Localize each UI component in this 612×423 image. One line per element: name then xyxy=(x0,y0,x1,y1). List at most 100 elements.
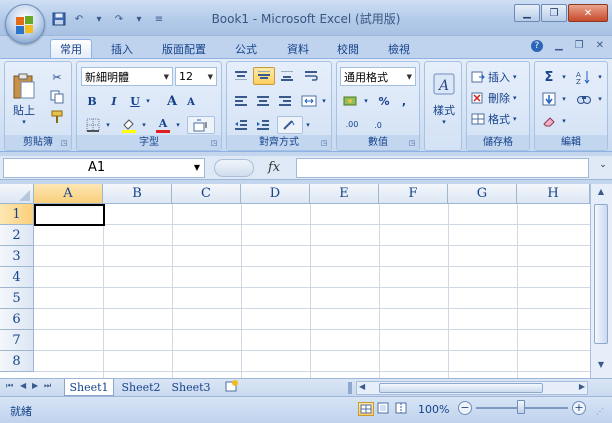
sort-filter-icon[interactable]: AZ xyxy=(573,68,595,86)
orientation-icon[interactable] xyxy=(277,116,303,134)
help-icon[interactable]: ? xyxy=(530,40,543,52)
italic-button[interactable]: I xyxy=(105,92,123,110)
tab-data[interactable]: 資料 xyxy=(278,39,318,58)
minimize-workbook-icon[interactable]: ▁ xyxy=(555,40,563,52)
zoom-slider-thumb[interactable] xyxy=(517,400,525,414)
tab-formulas[interactable]: 公式 xyxy=(226,39,266,58)
zoom-in-icon[interactable]: + xyxy=(572,401,586,415)
column-header-e[interactable]: E xyxy=(310,184,379,204)
row-header-3[interactable]: 3 xyxy=(0,246,34,267)
column-header-h[interactable]: H xyxy=(517,184,590,204)
alignment-launcher-icon[interactable]: ◳ xyxy=(319,138,329,148)
increase-indent-icon[interactable] xyxy=(253,116,273,134)
tab-split-handle[interactable] xyxy=(348,382,352,394)
last-sheet-icon[interactable]: ⏭ xyxy=(44,381,51,391)
accounting-dropdown-icon[interactable]: ▾ xyxy=(361,92,371,110)
styles-button[interactable]: A 樣式 ▾ xyxy=(429,68,459,130)
normal-view-icon[interactable] xyxy=(358,402,374,416)
expand-formula-bar-icon[interactable]: ⌄ xyxy=(596,160,610,176)
underline-button[interactable]: U xyxy=(127,92,143,110)
format-cells-button[interactable]: 格式 ▾ xyxy=(471,110,529,128)
number-launcher-icon[interactable]: ◳ xyxy=(407,138,417,148)
orientation-dropdown-icon[interactable]: ▾ xyxy=(303,116,313,134)
close-workbook-icon[interactable]: ✕ xyxy=(596,40,604,52)
increase-decimal-button[interactable]: .00 xyxy=(341,116,363,134)
align-top-icon[interactable] xyxy=(231,67,251,85)
tab-view[interactable]: 檢視 xyxy=(378,39,420,58)
align-left-icon[interactable] xyxy=(231,92,251,110)
scroll-up-icon[interactable]: ▲ xyxy=(594,187,608,201)
font-size-select[interactable]: 12 ▼ xyxy=(175,67,217,86)
page-layout-view-icon[interactable] xyxy=(376,402,392,416)
font-launcher-icon[interactable]: ◳ xyxy=(209,138,219,148)
resize-grip-icon[interactable]: ⋰ xyxy=(596,407,606,417)
insert-cells-button[interactable]: 插入 ▾ xyxy=(471,68,529,86)
shrink-font-button[interactable]: A xyxy=(183,94,199,110)
merge-center-icon[interactable] xyxy=(299,92,319,110)
fill-icon[interactable] xyxy=(539,90,559,108)
accounting-format-icon[interactable] xyxy=(341,92,361,110)
format-painter-icon[interactable] xyxy=(47,108,67,126)
zoom-out-icon[interactable]: − xyxy=(458,401,472,415)
column-header-c[interactable]: C xyxy=(172,184,241,204)
vertical-scrollbar[interactable]: ▲ ▼ xyxy=(590,184,612,378)
fill-dropdown-icon[interactable]: ▾ xyxy=(559,90,569,108)
merge-dropdown-icon[interactable]: ▾ xyxy=(319,92,329,110)
name-box-dropdown-icon[interactable]: ▼ xyxy=(194,159,200,177)
align-center-icon[interactable] xyxy=(253,92,273,110)
tab-home[interactable]: 常用 xyxy=(50,39,92,58)
prev-sheet-icon[interactable]: ◀ xyxy=(20,381,26,390)
font-color-dropdown-icon[interactable]: ▾ xyxy=(173,116,183,134)
phonetic-guide-icon[interactable] xyxy=(187,116,215,134)
comma-button[interactable]: , xyxy=(395,92,413,110)
align-middle-icon[interactable] xyxy=(253,67,275,85)
column-header-b[interactable]: B xyxy=(103,184,172,204)
fill-color-icon[interactable] xyxy=(119,116,139,134)
number-format-select[interactable]: 通用格式 ▼ xyxy=(340,67,416,86)
row-header-4[interactable]: 4 xyxy=(0,267,34,288)
clear-dropdown-icon[interactable]: ▾ xyxy=(559,112,569,130)
wrap-text-icon[interactable] xyxy=(301,67,321,85)
column-header-a[interactable]: A xyxy=(34,184,103,204)
find-select-dropdown-icon[interactable]: ▾ xyxy=(595,90,605,108)
scroll-right-icon[interactable]: ▶ xyxy=(579,382,585,391)
paste-button[interactable]: 貼上 ▾ xyxy=(9,66,39,132)
vertical-scroll-thumb[interactable] xyxy=(594,204,608,344)
active-cell-a1[interactable] xyxy=(34,204,105,226)
row-header-8[interactable]: 8 xyxy=(0,351,34,372)
row-header-7[interactable]: 7 xyxy=(0,330,34,351)
grow-font-button[interactable]: A xyxy=(163,92,181,110)
worksheet-grid[interactable]: A B C D E F G H 1 2 3 4 5 6 7 8 xyxy=(0,184,612,378)
font-name-select[interactable]: 新細明體 ▼ xyxy=(81,67,173,86)
align-bottom-icon[interactable] xyxy=(277,67,297,85)
formula-input[interactable] xyxy=(296,158,589,178)
align-right-icon[interactable] xyxy=(275,92,295,110)
horizontal-scroll-thumb[interactable] xyxy=(379,383,543,393)
horizontal-scrollbar[interactable]: ◀ ▶ xyxy=(356,381,588,395)
column-header-d[interactable]: D xyxy=(241,184,310,204)
decrease-decimal-button[interactable]: .0 xyxy=(367,116,389,134)
row-header-5[interactable]: 5 xyxy=(0,288,34,309)
row-header-1[interactable]: 1 xyxy=(0,204,34,225)
copy-icon[interactable] xyxy=(47,88,67,106)
first-sheet-icon[interactable]: ⏮ xyxy=(6,381,13,391)
row-header-6[interactable]: 6 xyxy=(0,309,34,330)
select-all-corner[interactable] xyxy=(0,184,34,204)
clear-icon[interactable] xyxy=(539,112,559,130)
sheet-tab-3[interactable]: Sheet3 xyxy=(166,379,216,396)
clipboard-launcher-icon[interactable]: ◳ xyxy=(59,138,69,148)
sort-filter-dropdown-icon[interactable]: ▾ xyxy=(595,68,605,86)
close-button[interactable]: ✕ xyxy=(568,4,608,22)
fill-color-dropdown-icon[interactable]: ▾ xyxy=(139,116,149,134)
percent-button[interactable]: % xyxy=(375,92,393,110)
scroll-left-icon[interactable]: ◀ xyxy=(359,382,365,391)
minimize-button[interactable]: ▁ xyxy=(514,4,540,22)
sheet-tab-1[interactable]: Sheet1 xyxy=(64,379,114,396)
autosum-dropdown-icon[interactable]: ▾ xyxy=(559,68,569,86)
cut-icon[interactable]: ✂ xyxy=(47,68,67,86)
insert-sheet-icon[interactable] xyxy=(218,379,246,396)
borders-icon[interactable] xyxy=(83,116,103,134)
name-box[interactable]: A1 ▼ xyxy=(3,158,205,178)
formula-bar-divider[interactable] xyxy=(214,159,254,177)
restore-workbook-icon[interactable]: ❐ xyxy=(575,40,584,52)
